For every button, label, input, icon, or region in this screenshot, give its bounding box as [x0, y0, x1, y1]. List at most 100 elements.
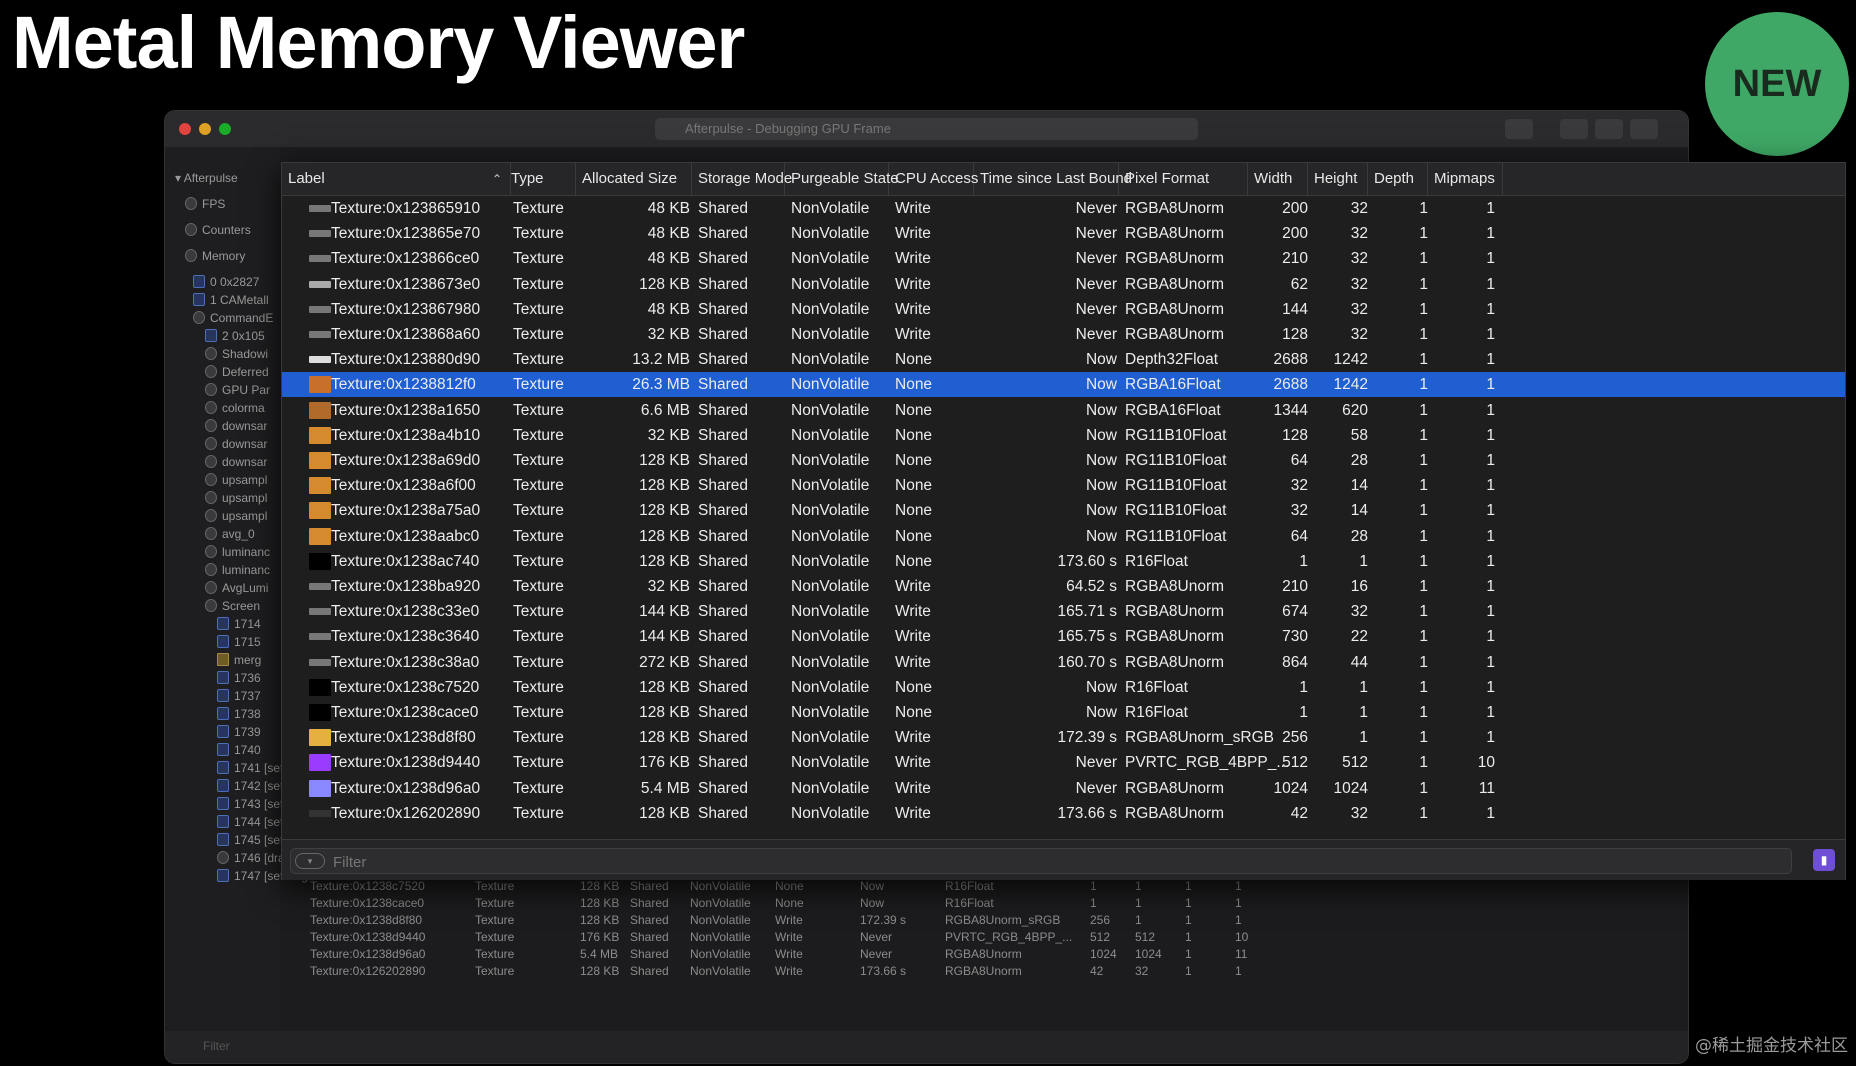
filter-input[interactable]: [331, 849, 935, 875]
table-row[interactable]: Texture:0x123866ce0 Texture 48 KB Shared Non…: [282, 246, 1845, 271]
cell-time-since-last-bound: Never: [1075, 225, 1117, 243]
sidebar-item[interactable]: Counters: [185, 221, 251, 239]
sidebar-item[interactable]: FPS: [185, 195, 225, 213]
cell-allocated-size: 32 KB: [647, 326, 690, 343]
sidebar-item[interactable]: 1737: [217, 687, 261, 705]
column-header-time-since-last-bound[interactable]: Time since Last Bound: [974, 163, 1132, 195]
table-row[interactable]: Texture:0x1238c7520 Texture 128 KB Shared No…: [282, 675, 1845, 700]
table-row[interactable]: Texture:0x1238a6f00 Texture 128 KB Shared No…: [282, 473, 1845, 498]
sidebar-item[interactable]: upsampl: [205, 489, 267, 507]
cell-purgeable-state: NonVolatile: [791, 401, 870, 419]
sidebar-item[interactable]: luminanc: [205, 561, 270, 579]
column-header-label[interactable]: Label ⌃: [282, 163, 511, 195]
table-row[interactable]: Texture:0x1238aabc0 Texture 128 KB Shared No…: [282, 524, 1845, 549]
table-row[interactable]: Texture:0x1238ac740 Texture 128 KB Shared No…: [282, 549, 1845, 574]
texture-thumbnail: [309, 633, 331, 641]
column-header-purgeable-state[interactable]: Purgeable State: [785, 163, 899, 195]
sidebar-item[interactable]: AvgLumi: [205, 579, 268, 597]
sidebar-item[interactable]: Memory: [185, 247, 245, 265]
sidebar-item[interactable]: downsar: [205, 453, 267, 471]
column-header-width[interactable]: Width: [1248, 163, 1308, 195]
cell-mipmaps: 1: [1486, 200, 1495, 217]
column-header-label: Height: [1314, 170, 1358, 187]
table-row[interactable]: Texture:0x1238a1650 Texture 6.6 MB Shared No…: [282, 398, 1845, 423]
column-header-mipmaps[interactable]: Mipmaps: [1428, 163, 1503, 195]
sidebar-item[interactable]: 1740: [217, 741, 261, 759]
table-row[interactable]: Texture:0x1238a4b10 Texture 32 KB Shared Non…: [282, 423, 1845, 448]
column-header-depth[interactable]: Depth: [1368, 163, 1428, 195]
table-row[interactable]: Texture:0x1238cace0 Texture 128 KB Shared No…: [282, 700, 1845, 725]
sidebar-item[interactable]: CommandE: [193, 309, 273, 327]
column-header-storage-mode[interactable]: Storage Mode: [692, 163, 792, 195]
add-button[interactable]: [1505, 119, 1533, 139]
sidebar-item[interactable]: 1714: [217, 615, 261, 633]
filter-field[interactable]: ▾: [290, 848, 1792, 875]
table-row[interactable]: Texture:0x1238ba920 Texture 32 KB Shared Non…: [282, 574, 1845, 599]
sidebar-item[interactable]: 1 CAMetall: [193, 291, 269, 309]
table-row[interactable]: Texture:0x1238d9440 Texture 176 KB Shared No…: [282, 750, 1845, 775]
sidebar-filter[interactable]: Filter: [203, 1039, 230, 1053]
cell-time-since-last-bound: Never: [1075, 250, 1117, 268]
column-header-allocated-size[interactable]: Allocated Size: [576, 163, 692, 195]
cell-pixel-format: RG11B10Float: [1125, 527, 1227, 545]
table-row[interactable]: Texture:0x126202890 Texture 128 KB Shared No…: [282, 801, 1845, 826]
debug-area-toggle-button[interactable]: [1595, 119, 1623, 139]
filter-toggle-button[interactable]: ▮: [1813, 849, 1835, 871]
sidebar-item[interactable]: Shadowi: [205, 345, 268, 363]
scheme-address-bar[interactable]: Afterpulse - Debugging GPU Frame: [655, 118, 1198, 140]
cell-pixel-format: Depth32Float: [1125, 351, 1219, 369]
table-row[interactable]: Texture:0x1238a69d0 Texture 128 KB Shared No…: [282, 448, 1845, 473]
sidebar-item[interactable]: Deferred: [205, 363, 269, 381]
sidebar-item[interactable]: upsampl: [205, 507, 267, 525]
table-row[interactable]: Texture:0x1238c3640 Texture 144 KB Shared No…: [282, 624, 1845, 649]
table-row[interactable]: Texture:0x123867980 Texture 48 KB Shared Non…: [282, 297, 1845, 322]
sidebar-item[interactable]: upsampl: [205, 471, 267, 489]
sidebar-item[interactable]: merg: [217, 651, 261, 669]
sidebar-item[interactable]: 0 0x2827: [193, 273, 259, 291]
sidebar-item[interactable]: luminanc: [205, 543, 270, 561]
table-row[interactable]: Texture:0x123868a60 Texture 32 KB Shared Non…: [282, 322, 1845, 347]
inspector-toggle-button[interactable]: [1630, 119, 1658, 139]
sidebar-item[interactable]: avg_0: [205, 525, 255, 543]
table-row[interactable]: Texture:0x1238c38a0 Texture 272 KB Shared No…: [282, 650, 1845, 675]
minimize-window-button[interactable]: [199, 123, 211, 135]
cell-time-since-last-bound: 165.71 s: [1057, 603, 1117, 621]
disclosure-icon[interactable]: ▾: [175, 171, 184, 185]
sidebar-item[interactable]: 1738: [217, 705, 261, 723]
sidebar-item[interactable]: Screen: [205, 597, 260, 615]
sidebar-item[interactable]: ▾ Afterpulse: [175, 169, 238, 187]
table-row[interactable]: Texture:0x1238a75a0 Texture 128 KB Shared No…: [282, 498, 1845, 523]
table-row[interactable]: Texture:0x1238c33e0 Texture 144 KB Shared No…: [282, 599, 1845, 624]
cell-time-since-last-bound: 160.70 s: [1057, 653, 1117, 671]
sidebar-item[interactable]: 1739: [217, 723, 261, 741]
navigator-toggle-button[interactable]: [1560, 119, 1588, 139]
sidebar-item[interactable]: downsar: [205, 417, 267, 435]
table-row[interactable]: Texture:0x1238d8f80 Texture 128 KB Shared No…: [282, 725, 1845, 750]
sidebar-item-label: 1736: [234, 671, 261, 685]
sidebar-item[interactable]: 1736: [217, 669, 261, 687]
sidebar-item[interactable]: colorma: [205, 399, 265, 417]
table-row[interactable]: Texture:0x1238d96a0 Texture 5.4 MB Shared No…: [282, 776, 1845, 801]
filter-options-icon[interactable]: ▾: [295, 853, 325, 869]
column-header-pixel-format[interactable]: Pixel Format: [1119, 163, 1248, 195]
cell-depth: 1: [1419, 704, 1428, 721]
background-cell-type: Texture: [475, 947, 515, 961]
sidebar-item[interactable]: GPU Par: [205, 381, 270, 399]
table-row[interactable]: Texture:0x1238812f0 Texture 26.3 MB Shared N…: [282, 372, 1845, 398]
column-header-cpu-access[interactable]: CPU Access: [889, 163, 978, 195]
cell-depth: 1: [1419, 250, 1428, 268]
column-header-height[interactable]: Height: [1308, 163, 1368, 195]
table-row[interactable]: Texture:0x123865e70 Texture 48 KB Shared Non…: [282, 221, 1845, 246]
close-window-button[interactable]: [179, 123, 191, 135]
table-row[interactable]: Texture:0x1238673e0 Texture 128 KB Shared No…: [282, 272, 1845, 297]
texture-thumbnail: [309, 502, 331, 520]
table-row[interactable]: Texture:0x123865910 Texture 48 KB Shared Non…: [282, 196, 1845, 221]
sidebar-item[interactable]: downsar: [205, 435, 267, 453]
zoom-window-button[interactable]: [219, 123, 231, 135]
cell-allocated-size: 128 KB: [639, 477, 690, 495]
table-row[interactable]: Texture:0x123880d90 Texture 13.2 MB Shared N…: [282, 347, 1845, 372]
sidebar-item[interactable]: 2 0x105: [205, 327, 265, 345]
cell-height: 14: [1350, 477, 1368, 495]
sidebar-item[interactable]: 1715: [217, 633, 261, 651]
column-header-type[interactable]: Type: [505, 163, 576, 195]
